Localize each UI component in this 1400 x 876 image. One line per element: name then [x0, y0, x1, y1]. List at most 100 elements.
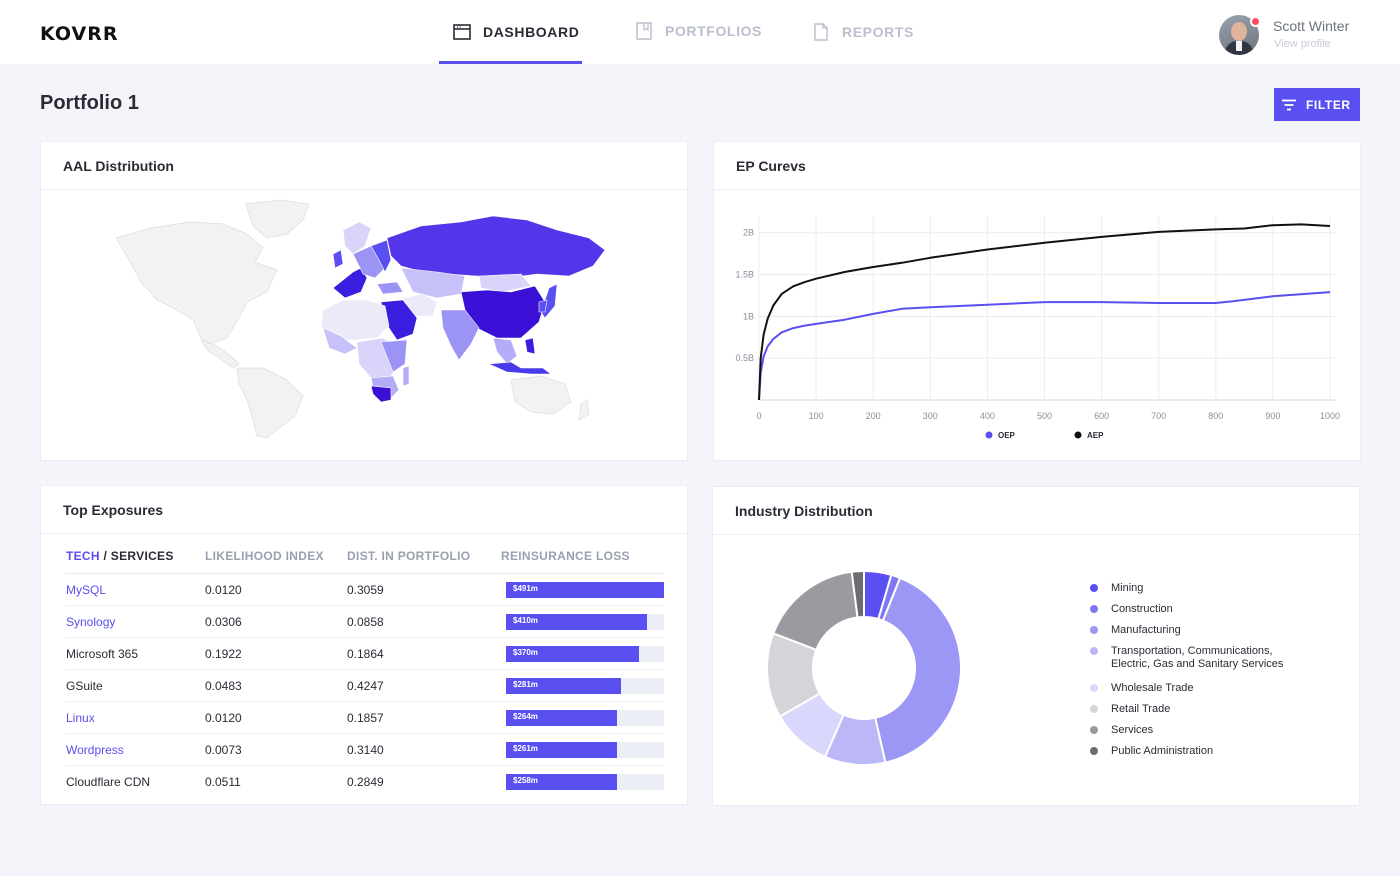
- y-tick-label: 1B: [743, 311, 754, 321]
- tab-portfolios-label: PORTFOLIOS: [665, 23, 762, 39]
- dist-value: 0.4247: [347, 679, 384, 693]
- map-uk: [332, 249, 344, 269]
- service-name[interactable]: Synology: [66, 615, 115, 629]
- tab-reports-label: REPORTS: [842, 24, 914, 40]
- legend-label: Mining: [1111, 582, 1144, 594]
- loss-label: $491m: [513, 584, 538, 593]
- loss-bar: $491m: [506, 582, 664, 598]
- legend-label: Public Administration: [1111, 745, 1214, 757]
- table-body: MySQL 0.0120 0.3059 $491m Synology 0.0306 0.08…: [65, 574, 664, 798]
- loss-bar: $264m: [506, 710, 664, 726]
- likelihood-value: 0.0120: [205, 711, 242, 725]
- x-tick-label: 500: [1037, 411, 1052, 421]
- col-tech-label[interactable]: TECH: [66, 549, 100, 563]
- map-europe-west: [332, 267, 368, 299]
- ep-curves-chart[interactable]: 0 100 200 300 400 500 600 700 800 900 1000 0.5B 1B 1.…: [714, 190, 1362, 462]
- world-map[interactable]: [41, 142, 689, 462]
- table-row[interactable]: Cloudflare CDN 0.0511 0.2849 $258m: [65, 766, 664, 798]
- filter-button[interactable]: FILTER: [1274, 88, 1360, 121]
- map-madagascar: [402, 365, 410, 387]
- col-sep: /: [99, 549, 111, 563]
- tab-dashboard-label: DASHBOARD: [483, 24, 580, 40]
- service-name[interactable]: Wordpress: [66, 743, 124, 757]
- map-indonesia: [487, 361, 552, 375]
- loss-label: $264m: [513, 712, 538, 721]
- brand-logo[interactable]: KOVRR: [40, 23, 118, 45]
- window-icon: [453, 24, 471, 40]
- col-loss[interactable]: REINSURANCE LOSS: [501, 549, 630, 563]
- legend-label: Wholesale Trade: [1111, 682, 1194, 694]
- filter-label: FILTER: [1306, 97, 1351, 112]
- table-row[interactable]: Linux 0.0120 0.1857 $264m: [65, 702, 664, 734]
- legend-label-aep: AEP: [1087, 431, 1104, 440]
- likelihood-value: 0.0073: [205, 743, 242, 757]
- table-header: TECH / SERVICES LIKELIHOOD INDEX DIST. I…: [65, 544, 664, 574]
- x-tick-label: 300: [923, 411, 938, 421]
- main-nav: DASHBOARD PORTFOLIOS REPORTS: [439, 0, 922, 64]
- y-tick-label: 0.5B: [735, 353, 754, 363]
- exposures-table: TECH / SERVICES LIKELIHOOD INDEX DIST. I…: [65, 544, 664, 798]
- likelihood-value: 0.0511: [205, 775, 241, 789]
- legend-dot: [1090, 647, 1098, 655]
- legend-label: Retail Trade: [1111, 703, 1171, 715]
- donut-slice[interactable]: [874, 576, 962, 764]
- loss-bar: $370m: [506, 646, 664, 662]
- map-se-asia: [492, 337, 518, 365]
- view-profile-link[interactable]: View profile: [1274, 38, 1331, 50]
- y-tick-label: 1.5B: [735, 270, 754, 280]
- x-tick-label: 1000: [1320, 411, 1340, 421]
- service-name[interactable]: MySQL: [66, 583, 106, 597]
- industry-donut-chart[interactable]: [713, 535, 1013, 807]
- legend-dot-aep: [1074, 431, 1082, 439]
- y-tick-label: 2B: [743, 228, 754, 238]
- map-south-africa: [370, 385, 392, 403]
- x-tick-label: 800: [1208, 411, 1223, 421]
- col-likelihood[interactable]: LIKELIHOOD INDEX: [205, 549, 324, 563]
- user-name: Scott Winter: [1273, 18, 1350, 34]
- industry-distribution-card: Industry Distribution Mining Construction…: [712, 486, 1360, 806]
- map-australia: [510, 375, 572, 415]
- legend-label: Construction: [1111, 603, 1173, 615]
- legend-label: Services: [1111, 724, 1154, 736]
- map-north-america: [115, 221, 278, 345]
- legend-dot: [1090, 726, 1098, 734]
- col-dist[interactable]: DIST. IN PORTFOLIO: [347, 549, 470, 563]
- ep-curves-card: EP Curevs 0 100 200 300 400 500 600 700 800 900 10…: [713, 141, 1361, 461]
- dist-value: 0.3059: [347, 583, 384, 597]
- col-tech-services[interactable]: TECH / SERVICES: [66, 549, 174, 563]
- table-row[interactable]: MySQL 0.0120 0.3059 $491m: [65, 574, 664, 606]
- map-turkey: [376, 281, 404, 295]
- col-services-label[interactable]: SERVICES: [111, 549, 174, 563]
- table-row[interactable]: Wordpress 0.0073 0.3140 $261m: [65, 734, 664, 766]
- donut-slice[interactable]: [772, 570, 859, 652]
- likelihood-value: 0.1922: [205, 647, 242, 661]
- table-row[interactable]: Microsoft 365 0.1922 0.1864 $370m: [65, 638, 664, 670]
- table-row[interactable]: GSuite 0.0483 0.4247 $281m: [65, 670, 664, 702]
- legend-label: Transportation, Communications, Electric…: [1111, 645, 1284, 670]
- top-bar: KOVRR DASHBOARD PORTFOLIOS REPORTS Scott…: [0, 0, 1400, 64]
- bookmark-book-icon: [636, 22, 652, 40]
- x-tick-label: 600: [1094, 411, 1109, 421]
- service-name: Cloudflare CDN: [66, 775, 151, 789]
- x-tick-label: 100: [809, 411, 824, 421]
- tab-reports[interactable]: REPORTS: [812, 0, 922, 64]
- loss-bar: $410m: [506, 614, 664, 630]
- service-name: Microsoft 365: [66, 647, 139, 661]
- legend-label: Manufacturing: [1111, 624, 1181, 636]
- likelihood-value: 0.0306: [205, 615, 242, 629]
- tab-dashboard[interactable]: DASHBOARD: [439, 0, 582, 64]
- legend-dot: [1090, 584, 1098, 592]
- dist-value: 0.2849: [347, 775, 384, 789]
- table-row[interactable]: Synology 0.0306 0.0858 $410m: [65, 606, 664, 638]
- x-tick-label: 900: [1265, 411, 1280, 421]
- map-new-zealand: [578, 399, 590, 421]
- legend-dot: [1090, 626, 1098, 634]
- notification-dot: [1250, 16, 1261, 27]
- x-tick-label: 200: [866, 411, 881, 421]
- dist-value: 0.0858: [347, 615, 384, 629]
- service-name[interactable]: Linux: [66, 711, 95, 725]
- likelihood-value: 0.0483: [205, 679, 242, 693]
- tab-portfolios[interactable]: PORTFOLIOS: [635, 0, 765, 63]
- legend-dot: [1090, 747, 1098, 755]
- loss-bar: $281m: [506, 678, 664, 694]
